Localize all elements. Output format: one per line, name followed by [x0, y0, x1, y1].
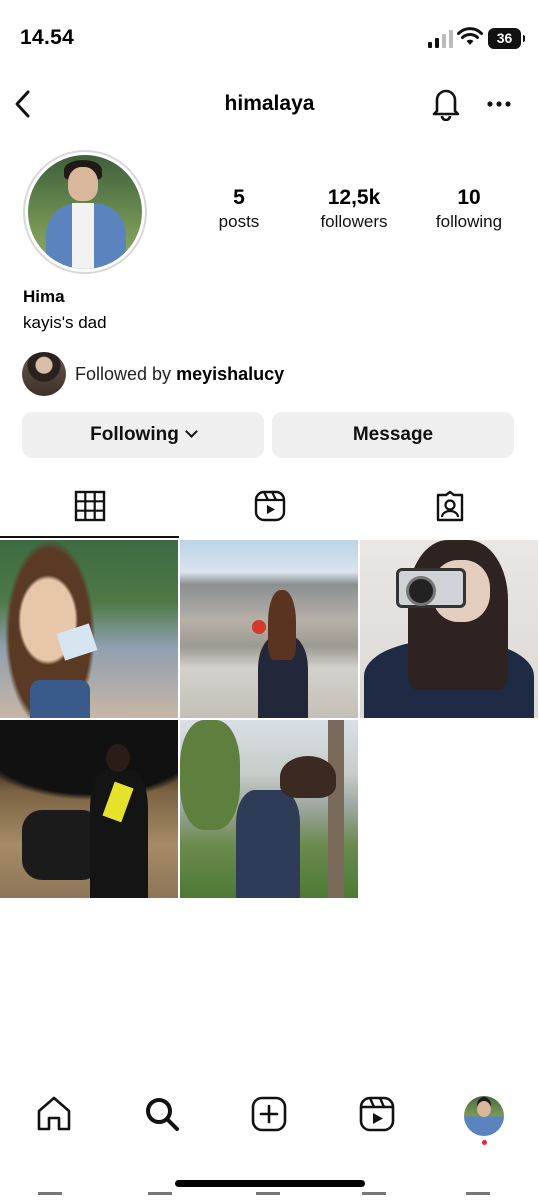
profile-header: himalaya	[0, 80, 539, 130]
profile-tabs	[0, 480, 539, 538]
followed-by-prefix: Followed by	[75, 364, 172, 384]
nav-profile-avatar[interactable]	[464, 1096, 504, 1136]
tab-tagged[interactable]	[360, 480, 539, 538]
nav-create[interactable]	[249, 1094, 289, 1134]
bottom-edge-artifact	[0, 1190, 539, 1200]
display-name: Hima	[23, 287, 65, 306]
bio-text: kayis's dad	[23, 313, 107, 332]
bottom-nav	[0, 1088, 539, 1148]
nav-search[interactable]	[142, 1094, 182, 1134]
notification-dot	[482, 1140, 487, 1145]
posts-count: 5	[233, 186, 245, 209]
mutual-follower-avatar	[22, 352, 66, 396]
message-button-label: Message	[352, 424, 434, 445]
followers-count: 12,5k	[327, 186, 381, 209]
reels-icon	[254, 490, 286, 522]
post-thumbnail[interactable]	[0, 540, 178, 718]
posts-label: posts	[218, 212, 260, 231]
more-icon[interactable]	[484, 94, 514, 114]
tagged-icon	[436, 490, 464, 522]
followed-by-text: Followed by meyishalucy	[75, 364, 284, 385]
home-icon	[37, 1096, 71, 1131]
profile-avatar[interactable]	[23, 150, 147, 274]
status-bar: 14.54 36	[0, 0, 539, 80]
reels-icon	[359, 1096, 395, 1132]
stat-posts[interactable]: 5 posts	[184, 185, 294, 233]
battery-icon: 36	[488, 28, 525, 49]
home-indicator[interactable]	[175, 1180, 365, 1187]
followers-label: followers	[320, 212, 388, 231]
chevron-down-icon	[184, 425, 198, 438]
followed-by-username: meyishalucy	[176, 364, 285, 384]
nav-home[interactable]	[34, 1094, 74, 1134]
bell-icon[interactable]	[429, 85, 463, 121]
create-icon	[251, 1096, 287, 1132]
grid-icon	[74, 490, 106, 522]
stat-followers[interactable]: 12,5k followers	[299, 185, 409, 233]
following-label: following	[435, 212, 503, 231]
tab-grid[interactable]	[0, 480, 179, 538]
following-count: 10	[457, 186, 481, 209]
tab-reels[interactable]	[180, 480, 359, 538]
followed-by[interactable]: Followed by meyishalucy	[22, 352, 482, 396]
nav-reels[interactable]	[357, 1094, 397, 1134]
message-button[interactable]: Message	[272, 412, 514, 458]
following-button[interactable]: Following	[22, 412, 264, 458]
status-time: 14.54	[20, 26, 75, 49]
search-icon	[146, 1098, 179, 1131]
following-button-label: Following	[90, 424, 179, 445]
post-thumbnail[interactable]	[180, 720, 358, 898]
post-thumbnail[interactable]	[0, 720, 178, 898]
wifi-icon	[457, 27, 483, 45]
cellular-signal-icon	[428, 30, 453, 48]
post-thumbnail[interactable]	[180, 540, 358, 718]
stat-following[interactable]: 10 following	[414, 185, 524, 233]
post-thumbnail[interactable]	[360, 540, 538, 718]
profile-photo	[28, 155, 142, 269]
